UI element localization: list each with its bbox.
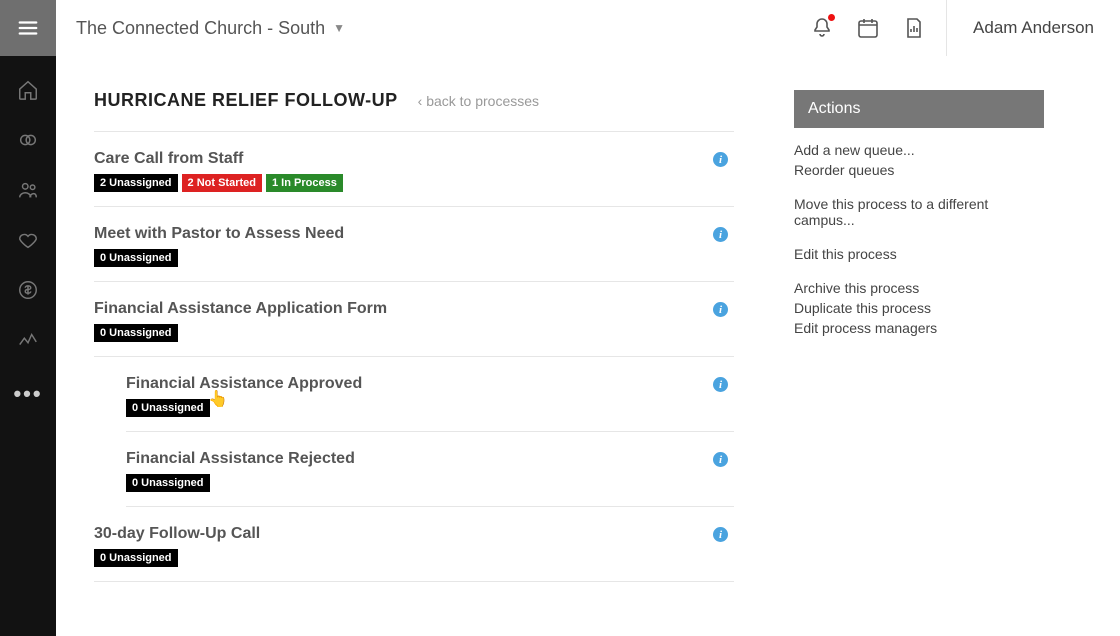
queue-row[interactable]: Financial Assistance Application Form 0 U… (94, 282, 734, 357)
content-column: HURRICANE RELIEF FOLLOW-UP back to proce… (94, 90, 734, 636)
main: HURRICANE RELIEF FOLLOW-UP back to proce… (56, 56, 1120, 636)
info-icon[interactable]: i (713, 302, 728, 317)
queue-row[interactable]: Financial Assistance Rejected 0 Unassigne… (126, 432, 734, 507)
nav-heart[interactable] (14, 226, 42, 254)
badge-unassigned: 0 Unassigned (94, 249, 178, 267)
user-name: Adam Anderson (973, 18, 1094, 38)
queue-badges: 0 Unassigned (126, 399, 734, 417)
queue-title: Care Call from Staff (94, 150, 734, 168)
info-icon[interactable]: i (713, 227, 728, 242)
info-icon[interactable]: i (713, 527, 728, 542)
info-icon[interactable]: i (713, 152, 728, 167)
queue-row[interactable]: Meet with Pastor to Assess Need 0 Unassig… (94, 207, 734, 282)
user-menu[interactable]: Adam Anderson (946, 0, 1120, 56)
home-icon (17, 79, 39, 101)
action-group: Archive this processDuplicate this proce… (794, 278, 1044, 338)
queue-row[interactable]: Financial Assistance Approved 0 Unassigne… (126, 357, 734, 432)
page-title-row: HURRICANE RELIEF FOLLOW-UP back to proce… (94, 90, 734, 132)
org-switcher[interactable]: The Connected Church - South ▼ (76, 18, 345, 39)
action-link[interactable]: Move this process to a different campus.… (794, 194, 1044, 230)
nav-giving[interactable] (14, 276, 42, 304)
queue-row[interactable]: 30-day Follow-Up Call 0 Unassigned i (94, 507, 734, 582)
badge-unassigned: 2 Unassigned (94, 174, 178, 192)
action-list: Add a new queue...Reorder queues Move thi… (794, 128, 1044, 338)
caret-down-icon: ▼ (333, 21, 345, 35)
badge-unassigned: 0 Unassigned (126, 399, 210, 417)
document-chart-icon (902, 16, 926, 40)
left-nav: ••• (0, 56, 56, 636)
action-link[interactable]: Reorder queues (794, 160, 1044, 180)
reports-button[interactable] (902, 16, 926, 40)
calendar-icon (856, 16, 880, 40)
queue-badges: 0 Unassigned (94, 324, 734, 342)
queue-row[interactable]: Care Call from Staff 2 Unassigned2 Not St… (94, 132, 734, 207)
hamburger-button[interactable] (0, 0, 56, 56)
back-link[interactable]: back to processes (418, 93, 539, 109)
queue-title: 30-day Follow-Up Call (94, 525, 734, 543)
badge-unassigned: 0 Unassigned (94, 324, 178, 342)
queue-title: Meet with Pastor to Assess Need (94, 225, 734, 243)
nav-metrics[interactable] (14, 326, 42, 354)
info-icon[interactable]: i (713, 452, 728, 467)
people-icon (17, 179, 39, 201)
action-group: Edit this process (794, 244, 1044, 264)
actions-panel-header: Actions (794, 90, 1044, 128)
topbar: The Connected Church - South ▼ Adam Ande… (0, 0, 1120, 56)
queue-badges: 0 Unassigned (94, 549, 734, 567)
more-icon: ••• (13, 381, 42, 407)
action-link[interactable]: Add a new queue... (794, 140, 1044, 160)
nav-groups[interactable] (14, 126, 42, 154)
badge-notstarted: 2 Not Started (182, 174, 262, 192)
top-icons (810, 16, 946, 40)
notifications-button[interactable] (810, 16, 834, 40)
group-rings-icon (17, 129, 39, 151)
queue-badges: 0 Unassigned (94, 249, 734, 267)
action-link[interactable]: Edit process managers (794, 318, 1044, 338)
dollar-circle-icon (17, 279, 39, 301)
nav-more[interactable]: ••• (14, 380, 42, 408)
queue-title: Financial Assistance Application Form (94, 300, 734, 318)
queue-title: Financial Assistance Rejected (126, 450, 734, 468)
action-link[interactable]: Archive this process (794, 278, 1044, 298)
org-name: The Connected Church - South (76, 18, 325, 39)
badge-inprocess: 1 In Process (266, 174, 343, 192)
page-title: HURRICANE RELIEF FOLLOW-UP (94, 90, 398, 111)
nav-people[interactable] (14, 176, 42, 204)
action-group: Add a new queue...Reorder queues (794, 140, 1044, 180)
hamburger-icon (17, 17, 39, 39)
action-link[interactable]: Duplicate this process (794, 298, 1044, 318)
nav-home[interactable] (14, 76, 42, 104)
queue-badges: 0 Unassigned (126, 474, 734, 492)
line-chart-icon (17, 329, 39, 351)
badge-unassigned: 0 Unassigned (126, 474, 210, 492)
queue-list: Care Call from Staff 2 Unassigned2 Not St… (94, 132, 734, 582)
calendar-button[interactable] (856, 16, 880, 40)
action-group: Move this process to a different campus.… (794, 194, 1044, 230)
heart-icon (17, 229, 39, 251)
badge-unassigned: 0 Unassigned (94, 549, 178, 567)
info-icon[interactable]: i (713, 377, 728, 392)
queue-badges: 2 Unassigned2 Not Started1 In Process (94, 174, 734, 192)
actions-panel: Actions Add a new queue...Reorder queues… (794, 90, 1044, 636)
action-link[interactable]: Edit this process (794, 244, 1044, 264)
queue-title: Financial Assistance Approved (126, 375, 734, 393)
notification-dot (828, 14, 835, 21)
